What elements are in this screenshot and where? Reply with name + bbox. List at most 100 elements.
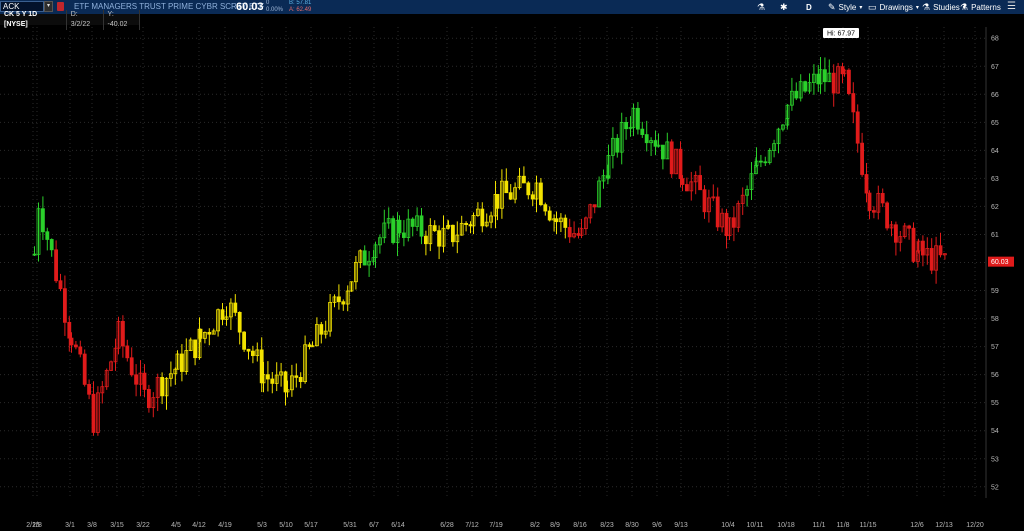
candle-body bbox=[526, 182, 531, 196]
candle-body bbox=[543, 204, 548, 212]
time-tick-label: 6/28 bbox=[440, 522, 454, 529]
time-tick-label: 4/19 bbox=[218, 522, 232, 529]
candle-body bbox=[563, 217, 568, 228]
style-button[interactable]: ✎ Style ▾ bbox=[828, 0, 862, 14]
high-label: Hi: 67.97 bbox=[827, 31, 855, 38]
candle-body bbox=[685, 184, 689, 192]
drawings-button[interactable]: ▭ Drawings ▾ bbox=[868, 0, 919, 14]
candle-body bbox=[831, 72, 836, 94]
candle-body bbox=[644, 134, 649, 144]
price-tick-label: 58 bbox=[991, 316, 999, 323]
candle-body bbox=[307, 344, 312, 347]
candle-body bbox=[872, 210, 876, 213]
candle-body bbox=[319, 324, 324, 335]
candle-body bbox=[907, 225, 911, 229]
price-chart[interactable]: 5253545556575859606162636465666768 2/82/… bbox=[0, 0, 1024, 531]
time-axis[interactable]: 2/82/15 3/1 3/8 3/15 3/22 4/5 4/12 4/19 5/3 5/10 5… bbox=[26, 522, 984, 529]
candle-body bbox=[894, 224, 898, 243]
percent-change: 0.00% bbox=[266, 7, 284, 13]
candle-body bbox=[237, 311, 242, 333]
patterns-button[interactable]: ⚗ Patterns bbox=[960, 0, 1001, 14]
time-tick-label: 10/18 bbox=[777, 522, 795, 529]
candle-body bbox=[242, 331, 247, 350]
candle-body bbox=[270, 378, 275, 384]
candle-body bbox=[362, 250, 367, 266]
candle-body bbox=[41, 208, 45, 233]
candle-body bbox=[246, 348, 251, 352]
candle-body bbox=[522, 175, 526, 184]
price-change: 0 0.00% bbox=[266, 0, 283, 14]
date-readout: D: 3/2/22 bbox=[67, 9, 104, 30]
time-tick-label: 12/20 bbox=[966, 522, 984, 529]
time-tick-label: 8/30 bbox=[625, 522, 639, 529]
candle-body bbox=[193, 339, 198, 359]
aggregation-button[interactable]: D bbox=[806, 0, 812, 14]
candle-body bbox=[567, 227, 572, 238]
candle-body bbox=[851, 93, 856, 113]
candle-body bbox=[179, 353, 184, 372]
candle-body bbox=[437, 230, 442, 247]
candle-body bbox=[220, 309, 225, 320]
time-tick-label: 9/13 bbox=[674, 522, 688, 529]
time-tick-label: 11/8 bbox=[836, 522, 849, 529]
menu-icon[interactable]: ☰ bbox=[1007, 0, 1016, 14]
price-tick-label: 57 bbox=[991, 344, 999, 351]
candle-body bbox=[554, 218, 559, 223]
time-tick-label: 6/14 bbox=[391, 522, 405, 529]
candle-body bbox=[91, 393, 96, 433]
candle-body bbox=[669, 141, 674, 175]
candle-body bbox=[82, 353, 87, 385]
time-tick-label: 3/15 bbox=[110, 522, 124, 529]
time-tick-label: 4/12 bbox=[192, 522, 206, 529]
time-tick-label: 8/23 bbox=[600, 522, 614, 529]
candle-body bbox=[464, 222, 469, 226]
candle-body bbox=[867, 192, 872, 211]
candle-body bbox=[636, 107, 640, 130]
price-tick-label: 55 bbox=[991, 400, 999, 407]
price-tick-label: 52 bbox=[991, 484, 999, 491]
drawings-label: Drawings bbox=[879, 2, 913, 12]
time-tick-label: 5/17 bbox=[304, 522, 318, 529]
candle-body bbox=[58, 280, 63, 290]
candle-body bbox=[702, 189, 707, 213]
candle-body bbox=[576, 233, 581, 236]
candle-body bbox=[468, 224, 473, 227]
last-price: 60.03 bbox=[236, 1, 264, 13]
candle-body bbox=[661, 144, 665, 160]
gear-icon: ✱ bbox=[780, 1, 788, 12]
time-tick-label: 7/19 bbox=[489, 522, 503, 529]
candle-body bbox=[336, 296, 341, 303]
style-label: Style bbox=[838, 2, 857, 12]
candle-body bbox=[921, 240, 925, 256]
time-tick-label: 2/15 bbox=[26, 522, 40, 529]
candle-body bbox=[419, 215, 424, 237]
last-price-label: 60.03 bbox=[991, 259, 1009, 266]
candle-body bbox=[160, 377, 165, 397]
price-tick-label: 65 bbox=[991, 120, 999, 127]
candle-body bbox=[341, 301, 346, 305]
candle-body bbox=[198, 328, 203, 339]
candle-body bbox=[539, 182, 543, 206]
candle-body bbox=[724, 212, 729, 237]
beaker-icon: ⚗ bbox=[757, 1, 766, 12]
aggregation-label: D bbox=[806, 2, 812, 12]
candle-body bbox=[763, 161, 768, 164]
candle-body bbox=[54, 249, 58, 282]
candle-body bbox=[592, 204, 597, 208]
candle-body bbox=[640, 128, 645, 135]
time-tick-label: 8/9 bbox=[550, 522, 560, 529]
settings-button[interactable]: ✱ bbox=[780, 0, 788, 14]
candle-body bbox=[823, 69, 827, 83]
time-tick-label: 9/6 bbox=[652, 522, 662, 529]
candle-body bbox=[32, 253, 37, 256]
candle-body bbox=[129, 357, 134, 376]
price-tick-label: 66 bbox=[991, 92, 999, 99]
time-tick-label: 8/2 bbox=[530, 522, 540, 529]
price-tick-label: 53 bbox=[991, 456, 999, 463]
time-tick-label: 10/4 bbox=[721, 522, 735, 529]
candle-body bbox=[680, 178, 685, 185]
time-tick-label: 3/22 bbox=[136, 522, 150, 529]
time-tick-label: 5/3 bbox=[257, 522, 267, 529]
price-tick-label: 54 bbox=[991, 428, 999, 435]
beaker-button[interactable]: ⚗ bbox=[757, 0, 765, 14]
